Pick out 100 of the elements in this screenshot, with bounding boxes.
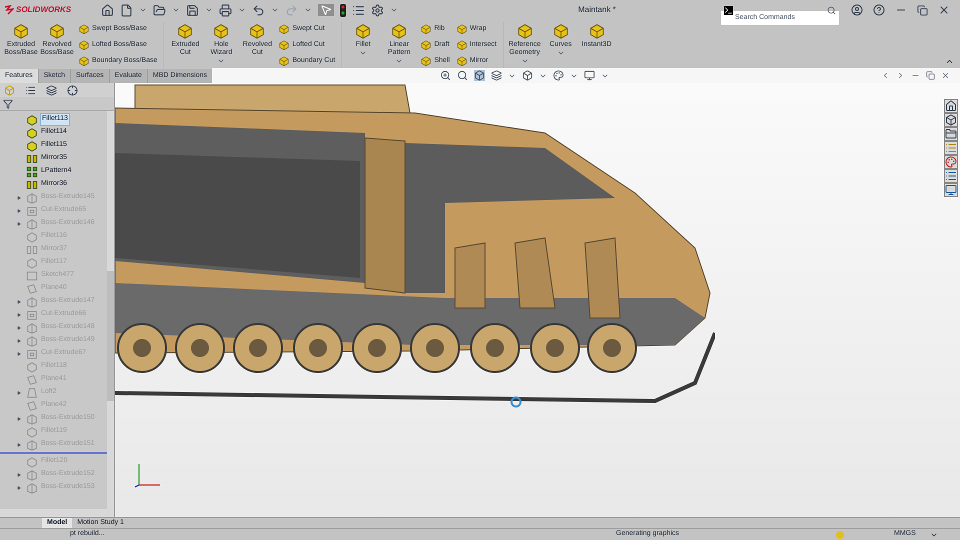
folder-icon[interactable]: [945, 128, 957, 140]
caret-icon[interactable]: [139, 6, 148, 14]
expand-arrow-icon[interactable]: [17, 472, 21, 476]
scroll-bar[interactable]: [107, 111, 114, 509]
filter-icon[interactable]: [3, 98, 13, 108]
expand-arrow-icon[interactable]: [17, 416, 21, 420]
expand-arrow-icon[interactable]: [17, 352, 21, 356]
caret-icon[interactable]: [390, 6, 398, 14]
expand-arrow-icon[interactable]: [17, 312, 21, 316]
zoom-icon[interactable]: [440, 70, 451, 81]
plane-feature-icon: [26, 282, 38, 294]
zoom-area-icon[interactable]: [456, 70, 468, 81]
close-icon[interactable]: [938, 4, 950, 16]
feature-icon: [420, 39, 432, 51]
expand-arrow-icon[interactable]: [17, 338, 21, 342]
extrude-feature-icon: [26, 322, 38, 334]
feature-icon: [212, 22, 230, 40]
feature-icon: [588, 22, 606, 40]
caret-icon[interactable]: [205, 6, 214, 14]
feature-icon: [78, 23, 90, 35]
extrude-feature-icon: [26, 334, 38, 346]
loft-feature-icon: [26, 386, 38, 398]
fillet-feature-icon: [26, 230, 38, 242]
feature-icon: [420, 55, 432, 67]
caret-icon[interactable]: [556, 49, 565, 57]
caret-icon[interactable]: [238, 6, 246, 14]
open-folder-icon[interactable]: [153, 4, 166, 16]
fillet-feature-icon: [26, 140, 38, 152]
settings-icon[interactable]: [371, 4, 384, 16]
cut-feature-icon: [26, 204, 38, 216]
appearance-icon[interactable]: [552, 70, 564, 81]
cut-feature-icon: [26, 308, 38, 320]
account-icon[interactable]: [851, 4, 863, 16]
terminal-icon: [724, 6, 733, 14]
horizontal-scroll-bar[interactable]: [0, 509, 114, 517]
help-icon[interactable]: [873, 4, 885, 16]
extrude-feature-icon: [26, 438, 38, 450]
print-icon[interactable]: [219, 4, 232, 16]
axis-triad-icon: [133, 461, 163, 489]
window-title: Maintank *: [578, 4, 616, 16]
new-file-icon[interactable]: [120, 4, 134, 16]
feature-icon: [48, 22, 66, 40]
feature-icon: [456, 23, 468, 35]
feature-icon: [12, 22, 30, 40]
feature-icon: [354, 22, 372, 40]
feature-icon: [516, 22, 534, 40]
expand-arrow-icon[interactable]: [17, 208, 21, 212]
undo-icon[interactable]: [252, 4, 266, 16]
expand-arrow-icon[interactable]: [17, 326, 21, 330]
feature-icon: [176, 22, 194, 40]
expand-arrow-icon[interactable]: [17, 486, 21, 490]
search-icon[interactable]: [827, 6, 836, 14]
close-icon[interactable]: [941, 71, 950, 80]
feature-icon: [248, 22, 266, 40]
expand-arrow-icon[interactable]: [17, 442, 21, 446]
extrude-feature-icon: [26, 296, 38, 308]
mirror-feature-icon: [26, 244, 38, 256]
fillet-feature-icon: [26, 360, 38, 372]
pattern-feature-icon: [26, 166, 38, 178]
fillet-feature-icon: [26, 426, 38, 438]
view-orientation-icon[interactable]: [474, 70, 485, 81]
home-icon[interactable]: [945, 100, 957, 112]
extrude-feature-icon: [26, 218, 38, 230]
feature-icon: [278, 23, 290, 35]
feature-icon: [552, 22, 570, 40]
fillet-feature-icon: [26, 114, 38, 126]
panel-right-icon[interactable]: [896, 71, 905, 80]
caret-icon[interactable]: [395, 57, 404, 65]
feature-icon: [278, 39, 290, 51]
home-icon[interactable]: [101, 4, 114, 16]
feature-icon: [78, 39, 90, 51]
caret-icon[interactable]: [359, 49, 368, 57]
expand-arrow-icon[interactable]: [17, 196, 21, 200]
appearances-icon[interactable]: [945, 156, 957, 168]
extrude-feature-icon: [26, 192, 38, 204]
cut-feature-icon: [26, 348, 38, 360]
mirror-feature-icon: [26, 152, 38, 164]
panel-left-icon[interactable]: [881, 71, 890, 80]
select-tool-button[interactable]: [318, 4, 334, 16]
loading-spinner-icon: [510, 396, 522, 408]
caret-icon[interactable]: [304, 6, 312, 14]
traffic-light-icon[interactable]: [340, 4, 346, 16]
expand-arrow-icon[interactable]: [17, 222, 21, 226]
expand-arrow-icon[interactable]: [17, 300, 21, 304]
extrude-feature-icon: [26, 468, 38, 480]
caret-icon[interactable]: [271, 6, 280, 14]
monitor-icon[interactable]: [584, 70, 595, 81]
mirror-feature-icon: [26, 178, 38, 190]
sketch-feature-icon: [26, 270, 38, 282]
feature-icon: [78, 55, 90, 67]
feature-icon: [278, 55, 290, 67]
collapse-ribbon-icon[interactable]: [945, 57, 954, 66]
fillet-feature-icon: [26, 256, 38, 268]
expand-arrow-icon[interactable]: [17, 390, 21, 394]
restore-icon[interactable]: [926, 71, 935, 80]
restore-icon[interactable]: [917, 4, 928, 16]
plane-feature-icon: [26, 400, 38, 412]
caret-icon[interactable]: [172, 6, 180, 14]
save-icon[interactable]: [186, 4, 200, 16]
caret-icon[interactable]: [217, 57, 226, 65]
